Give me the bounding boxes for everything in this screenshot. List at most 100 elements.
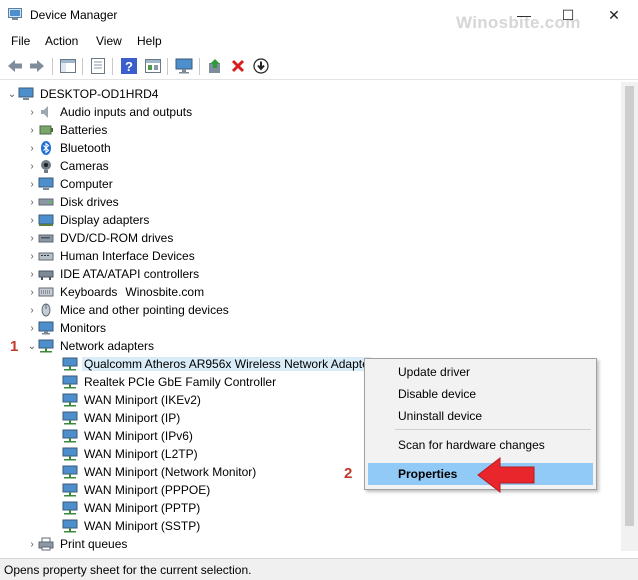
disk-drive-icon (38, 198, 54, 206)
menu-view[interactable]: View (96, 34, 122, 48)
network-adapter-icon (62, 357, 78, 371)
network-adapter-item[interactable]: WAN Miniport (SSTP) (62, 517, 202, 535)
tree-category[interactable]: › Disk drives (26, 193, 121, 211)
adapter-label: WAN Miniport (IPv6) (84, 429, 193, 443)
monitor-icon[interactable] (175, 57, 193, 75)
tree-category[interactable]: › Batteries (26, 121, 109, 139)
adapter-label: WAN Miniport (IKEv2) (84, 393, 201, 407)
tree-category[interactable]: › Mice and other pointing devices (26, 301, 231, 319)
network-adapter-icon (62, 411, 78, 425)
category-label: Human Interface Devices (60, 249, 195, 263)
menu-bar: File Action View Help (0, 31, 638, 53)
adapter-label: Qualcomm Atheros AR956x Wireless Network… (82, 357, 371, 371)
network-adapter-item[interactable]: WAN Miniport (L2TP) (62, 445, 200, 463)
network-adapter-icon (62, 465, 78, 479)
tree-category[interactable]: › Print queues (26, 535, 129, 551)
uninstall-icon[interactable] (229, 57, 247, 75)
tree-category[interactable]: › IDE ATA/ATAPI controllers (26, 265, 201, 283)
menu-update-driver[interactable]: Update driver (368, 361, 593, 383)
expand-icon[interactable]: › (26, 103, 38, 121)
expand-icon[interactable]: › (26, 283, 38, 301)
network-adapter-item[interactable]: WAN Miniport (IKEv2) (62, 391, 203, 409)
minimize-button[interactable]: — (510, 4, 538, 26)
tree-category[interactable]: › Monitors (26, 319, 108, 337)
expand-icon[interactable]: › (26, 535, 38, 551)
category-label: Keyboards (60, 285, 118, 299)
category-label: IDE ATA/ATAPI controllers (60, 267, 200, 281)
toolbar-separator (52, 58, 53, 75)
menu-separator (395, 429, 591, 430)
toolbar-separator (199, 58, 200, 75)
network-adapter-item[interactable]: WAN Miniport (IPv6) (62, 427, 195, 445)
menu-file[interactable]: File (11, 34, 30, 48)
vertical-scrollbar[interactable] (621, 82, 638, 551)
expand-icon[interactable]: › (26, 139, 38, 157)
bluetooth-icon (41, 141, 51, 155)
expand-icon[interactable]: › (26, 175, 38, 193)
collapse-icon[interactable]: ⌄ (6, 85, 18, 103)
network-adapter-icon (62, 447, 78, 461)
expand-icon[interactable]: › (26, 121, 38, 139)
tree-category[interactable]: › Bluetooth (26, 139, 113, 157)
tree-category[interactable]: › Audio inputs and outputs (26, 103, 194, 121)
tree-root-label: DESKTOP-OD1HRD4 (40, 87, 159, 101)
tree-root[interactable]: ⌄ DESKTOP-OD1HRD4 (6, 85, 160, 103)
tree-category[interactable]: › Computer (26, 175, 115, 193)
help-icon[interactable]: ? (120, 57, 138, 75)
update-driver-icon[interactable] (206, 57, 224, 75)
step-marker-1: 1 (10, 338, 19, 355)
scrollbar-thumb[interactable] (625, 86, 634, 526)
device-manager-icon (8, 8, 22, 20)
toolbar-separator (112, 58, 113, 75)
expand-icon[interactable]: › (26, 211, 38, 229)
maximize-button[interactable]: ☐ (554, 4, 582, 26)
view-icon[interactable] (144, 57, 162, 75)
menu-action[interactable]: Action (45, 34, 78, 48)
adapter-label: WAN Miniport (PPPOE) (84, 483, 211, 497)
expand-icon[interactable]: › (26, 157, 38, 175)
tree-category[interactable]: › Human Interface Devices (26, 247, 197, 265)
tree-category[interactable]: › Cameras (26, 157, 111, 175)
category-label: DVD/CD-ROM drives (60, 231, 174, 245)
download-icon[interactable] (252, 57, 270, 75)
forward-icon[interactable] (28, 57, 46, 75)
expand-icon[interactable]: › (26, 265, 38, 283)
network-adapter-icon (62, 483, 78, 497)
tree-category[interactable]: › Display adapters (26, 211, 151, 229)
properties-sheet-icon[interactable] (89, 57, 107, 75)
menu-uninstall-device[interactable]: Uninstall device (368, 405, 593, 427)
menu-scan-hardware[interactable]: Scan for hardware changes (368, 434, 593, 456)
computer-icon (18, 87, 34, 100)
collapse-icon[interactable]: ⌄ (26, 337, 38, 355)
expand-icon[interactable]: › (26, 319, 38, 337)
monitor-icon (38, 321, 54, 335)
expand-icon[interactable]: › (26, 301, 38, 319)
back-icon[interactable] (6, 57, 24, 75)
tree-category[interactable]: › DVD/CD-ROM drives (26, 229, 175, 247)
tree-category-network-adapters[interactable]: ⌄ Network adapters (26, 337, 156, 355)
network-adapter-item[interactable]: Realtek PCIe GbE Family Controller (62, 373, 278, 391)
expand-icon[interactable]: › (26, 229, 38, 247)
network-adapter-item[interactable]: WAN Miniport (IP) (62, 409, 182, 427)
menu-help[interactable]: Help (137, 34, 162, 48)
tree-category[interactable]: › Keyboards Winosbite.com (26, 283, 206, 301)
network-adapter-item[interactable]: WAN Miniport (Network Monitor) (62, 463, 258, 481)
adapter-label: WAN Miniport (Network Monitor) (84, 465, 257, 479)
category-label: Batteries (60, 123, 108, 137)
network-adapter-item-selected[interactable]: Qualcomm Atheros AR956x Wireless Network… (62, 355, 371, 373)
category-label: Disk drives (60, 195, 119, 209)
network-adapter-item[interactable]: WAN Miniport (PPTP) (62, 499, 202, 517)
show-hide-console-tree-icon[interactable] (59, 57, 77, 75)
ide-controller-icon (38, 270, 54, 280)
network-adapter-item[interactable]: WAN Miniport (PPPOE) (62, 481, 212, 499)
window-title: Device Manager (30, 8, 118, 22)
category-label: Audio inputs and outputs (60, 105, 193, 119)
mouse-icon (41, 303, 51, 317)
adapter-label: WAN Miniport (PPTP) (84, 501, 201, 515)
menu-disable-device[interactable]: Disable device (368, 383, 593, 405)
expand-icon[interactable]: › (26, 193, 38, 211)
expand-icon[interactable]: › (26, 247, 38, 265)
pointer-arrow-icon (477, 456, 535, 494)
category-label: Network adapters (60, 339, 155, 353)
close-button[interactable]: ✕ (600, 4, 628, 26)
